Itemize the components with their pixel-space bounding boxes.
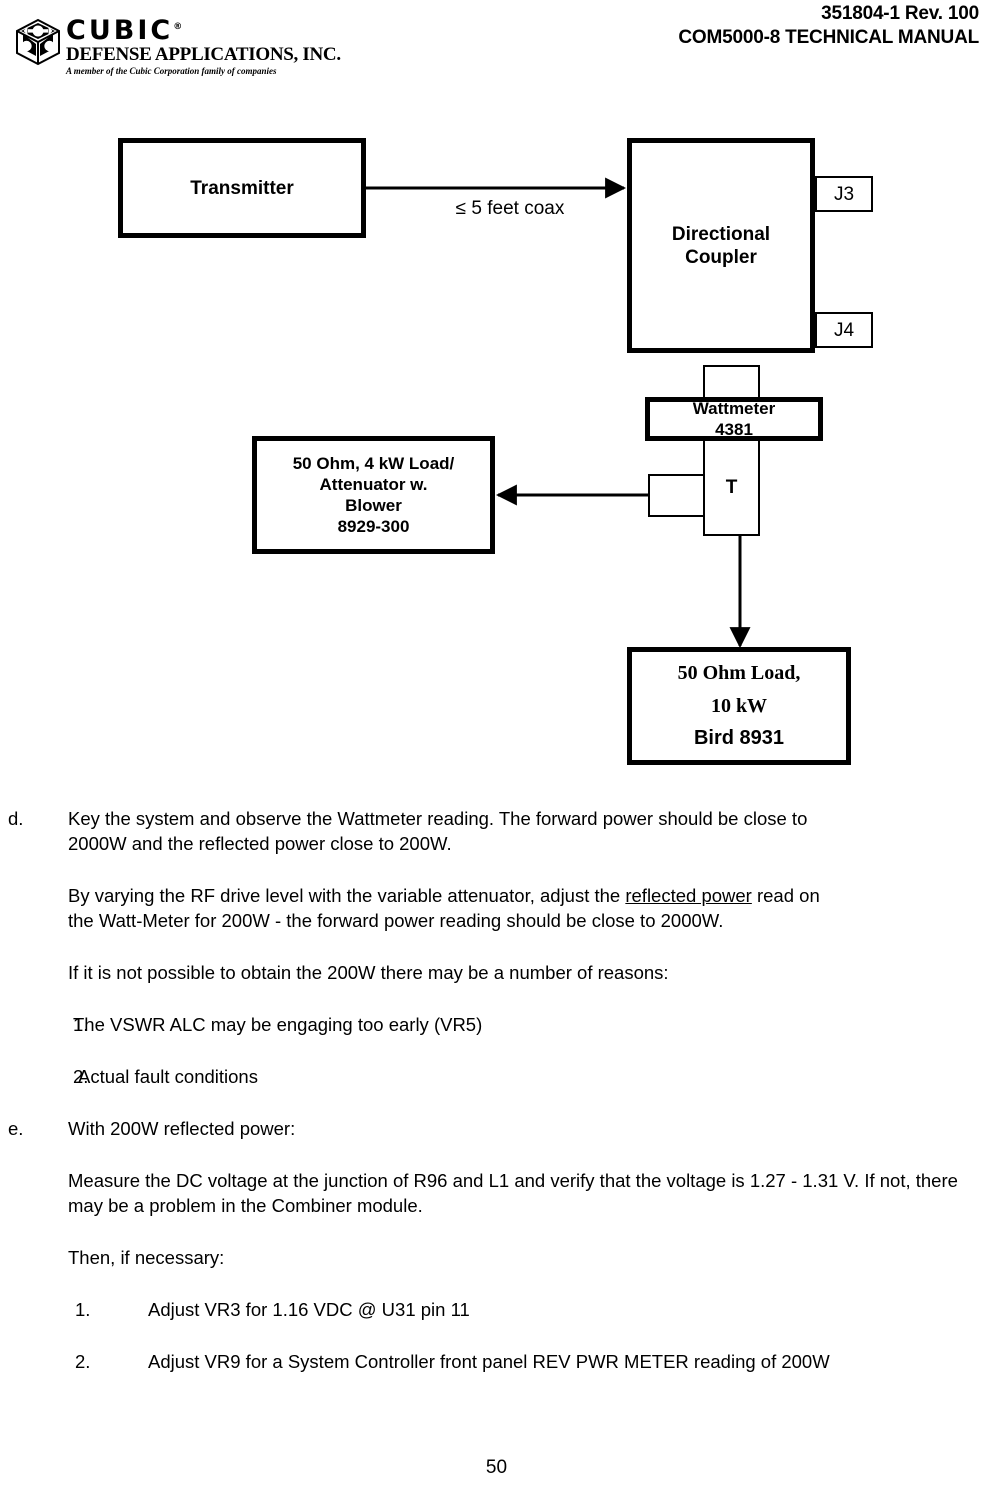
paragraph-vary-drive-level-marker [0,883,68,933]
directional-coupler-block: Directional Coupler [627,138,815,353]
step-e-text: With 200W reflected power: [68,1118,296,1139]
page-number: 50 [485,1457,508,1478]
tee-junction-block: T [703,439,760,536]
transmitter-label: Transmitter [190,177,294,199]
load-attenuator-label-line2: Attenuator w. [319,475,428,494]
directional-coupler-label-line2: Coupler [685,246,757,268]
dummy-load-model-number: Bird 8931 [693,727,785,750]
adjust-step-2: 2. Adjust VR9 for a System Controller fr… [0,1349,993,1374]
reason-item-1-text: The VSWR ALC may be engaging too early (… [73,1014,483,1035]
page-header: CUBIC® DEFENSE APPLICATIONS, INC. A memb… [0,0,993,100]
logo-division-name: DEFENSE APPLICATIONS, INC. [66,44,341,65]
transmitter-block: Transmitter [118,138,366,238]
manual-title: COM5000-8 TECHNICAL MANUAL [678,27,979,48]
reason-item-2: 2. Actual fault conditions [0,1064,993,1089]
adjust-step-1: 1. Adjust VR3 for 1.16 VDC @ U31 pin 11 [0,1297,993,1322]
reason-item-2-text: Actual fault conditions [78,1066,258,1087]
document-number: 351804-1 Rev. 100 [821,3,979,24]
step-d-marker: d. [8,808,24,829]
dummy-load-block: 50 Ohm Load, 10 kW Bird 8931 [627,647,851,765]
dummy-load-label-line2: 10 kW [710,694,768,717]
load-attenuator-label-line1: 50 Ohm, 4 kW Load/ [292,454,455,473]
paragraph-measure-voltage-marker [0,1168,68,1218]
logo-tagline: A member of the Cubic Corporation family… [66,66,277,76]
step-d: d. Key the system and observe the Wattme… [0,806,993,856]
test-setup-block-diagram: Transmitter ≤ 5 feet coax Directional Co… [0,110,993,790]
connector-j3: J3 [815,176,873,212]
reason-item-1: 1. The VSWR ALC may be engaging too earl… [0,1012,993,1037]
paragraph-then-if-necessary-text: Then, if necessary: [68,1247,225,1268]
adjust-step-1-text: Adjust VR3 for 1.16 VDC @ U31 pin 11 [148,1299,470,1320]
paragraph-reasons-intro-text: If it is not possible to obtain the 200W… [68,962,669,983]
connector-j3-label: J3 [833,183,855,205]
procedure-body: d. Key the system and observe the Wattme… [0,806,993,1392]
coax-length-label: ≤ 5 feet coax [455,198,565,219]
step-e: e. With 200W reflected power: [0,1116,993,1141]
paragraph-measure-voltage-text: Measure the DC voltage at the junction o… [68,1170,958,1216]
logo-text-block: CUBIC® DEFENSE APPLICATIONS, INC. A memb… [66,14,341,77]
adjust-step-2-marker: 2. [75,1351,91,1372]
directional-coupler-label-line1: Directional [671,223,771,245]
paragraph-vary-drive-level-text: By varying the RF drive level with the v… [68,883,993,933]
adjust-step-1-marker: 1. [75,1299,91,1320]
paragraph-vary-drive-level: By varying the RF drive level with the v… [0,883,993,933]
load-attenuator-block: 50 Ohm, 4 kW Load/ Attenuator w. Blower … [252,436,495,554]
cubic-cube-icon [14,18,62,66]
header-title-block: 351804-1 Rev. 100 COM5000-8 TECHNICAL MA… [678,2,979,50]
paragraph-measure-voltage: Measure the DC voltage at the junction o… [0,1168,993,1218]
tee-side-tap-connector [648,474,705,517]
connector-j4-label: J4 [833,319,855,341]
reason-item-2-marker: 2. [73,1066,89,1087]
wattmeter-block: Wattmeter 4381 [645,397,823,441]
wattmeter-model-number: 4381 [715,420,753,439]
paragraph-then-if-necessary: Then, if necessary: [0,1245,993,1270]
load-attenuator-part-number: 8929-300 [337,517,410,536]
registered-trademark-icon: ® [173,22,186,32]
reflected-power-emphasis: reflected power [625,885,752,906]
load-attenuator-label-line3: Blower [345,496,402,515]
page-footer: 50 [0,1457,993,1479]
paragraph-reasons-intro-marker [0,960,68,985]
dummy-load-label-line1: 50 Ohm Load, [677,661,801,684]
reason-item-1-marker: 1. [73,1014,89,1035]
tee-junction-label: T [725,477,738,498]
paragraph-reasons-intro: If it is not possible to obtain the 200W… [0,960,993,985]
paragraph-then-if-necessary-marker [0,1245,68,1270]
step-d-text: Key the system and observe the Wattmeter… [68,808,808,854]
connector-j4: J4 [815,312,873,348]
wattmeter-label-line1: Wattmeter [692,399,776,418]
cubic-logo: CUBIC® DEFENSE APPLICATIONS, INC. A memb… [14,14,341,86]
step-e-marker: e. [8,1118,24,1139]
vary-text-prefix: By varying the RF drive level with the v… [68,885,626,906]
coupler-to-wattmeter-connector [703,365,760,401]
logo-company-name: CUBIC® [66,15,186,46]
adjust-step-2-text: Adjust VR9 for a System Controller front… [148,1351,830,1372]
